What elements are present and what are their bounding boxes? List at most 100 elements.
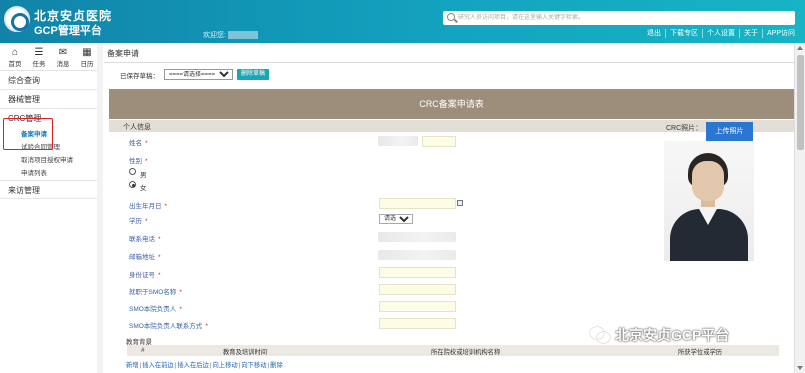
required-mark: * bbox=[158, 236, 161, 243]
label-text: 邮箱地址 bbox=[129, 254, 155, 261]
delete-row-link[interactable]: 删除 bbox=[270, 362, 283, 369]
divider bbox=[104, 62, 794, 63]
label-birth: 出生年月日 * bbox=[129, 200, 167, 210]
scroll-up-icon[interactable] bbox=[797, 46, 803, 50]
column-header: # bbox=[141, 347, 145, 354]
wechat-icon bbox=[590, 327, 610, 343]
label-email: 邮箱地址 * bbox=[129, 251, 161, 261]
quick-task[interactable]: ☰ 任务 bbox=[27, 47, 51, 70]
section-personal-info: 个人信息 bbox=[123, 124, 151, 131]
quick-label: 日历 bbox=[80, 61, 94, 68]
sidebar: ⌂ 首页 ☰ 任务 ✉ 消息 ▦ 日历 综合查询 器械管理 CRC管理 备案申请 试验合… bbox=[0, 43, 103, 373]
separator: | bbox=[139, 362, 142, 369]
quick-calendar[interactable]: ▦ 日历 bbox=[75, 47, 99, 70]
insert-before-link[interactable]: 插入在前边 bbox=[142, 362, 173, 369]
page-scrollbar[interactable] bbox=[794, 43, 805, 373]
menu-general-query[interactable]: 综合查询 bbox=[0, 71, 102, 90]
top-nav: 退出 下载专区 个人设置 关于 APP访问 bbox=[643, 29, 799, 38]
label-smo-head-contact: SMO本院负责人联系方式 * bbox=[129, 320, 208, 330]
label-text: 身份证号 bbox=[129, 272, 155, 279]
menu-crc-management[interactable]: CRC管理 bbox=[0, 109, 102, 128]
sidebar-item-contract-management[interactable]: 试验合同管理 bbox=[0, 141, 102, 154]
required-mark: * bbox=[179, 289, 182, 296]
add-row-link[interactable]: 新增 bbox=[126, 362, 139, 369]
hospital-logo-icon bbox=[4, 6, 30, 32]
label-text: SMO本院负责人联系方式 bbox=[129, 323, 203, 330]
required-mark: * bbox=[205, 323, 208, 330]
required-mark: * bbox=[145, 218, 148, 225]
download-link[interactable]: 下载专区 bbox=[664, 29, 702, 38]
name-value-redacted bbox=[378, 136, 418, 146]
scroll-thumb[interactable] bbox=[797, 55, 804, 150]
smo-name-input[interactable] bbox=[379, 284, 456, 295]
draft-label: 已保存草稿： bbox=[120, 72, 159, 80]
sidebar-item-filing-application[interactable]: 备案申请 bbox=[0, 128, 102, 141]
separator: | bbox=[267, 362, 270, 369]
label-text: 学历 bbox=[129, 218, 142, 225]
welcome-message: 欢迎您: bbox=[203, 30, 258, 40]
draft-select[interactable]: ====请选择==== bbox=[164, 69, 233, 80]
search-input[interactable] bbox=[458, 12, 788, 24]
label-id-card: 身份证号 * bbox=[129, 269, 161, 279]
required-mark: * bbox=[158, 272, 161, 279]
watermark-text: 北京安贞GCP平台 bbox=[615, 327, 730, 343]
gender-male-radio[interactable] bbox=[129, 168, 136, 175]
settings-link[interactable]: 个人设置 bbox=[701, 29, 739, 38]
id-card-input[interactable] bbox=[379, 267, 456, 278]
required-mark: * bbox=[158, 254, 161, 261]
required-mark: * bbox=[145, 158, 148, 165]
gender-female-radio[interactable] bbox=[129, 181, 136, 188]
smo-head-contact-input[interactable] bbox=[379, 318, 456, 329]
email-value-redacted bbox=[378, 250, 456, 260]
search-box[interactable] bbox=[443, 11, 795, 25]
page-title: 备案申请 bbox=[107, 49, 139, 58]
label-smo-head: SMO本院负责人 * bbox=[129, 303, 182, 313]
label-text: 姓名 bbox=[129, 140, 142, 147]
upload-photo-button[interactable]: 上传照片 bbox=[706, 122, 753, 141]
logout-link[interactable]: 退出 bbox=[643, 29, 665, 38]
label-smo-name: 就职于SMO名称 * bbox=[129, 286, 182, 296]
app-access-link[interactable]: APP访问 bbox=[761, 29, 799, 38]
scroll-down-icon[interactable] bbox=[797, 366, 803, 370]
smo-head-input[interactable] bbox=[379, 301, 456, 312]
insert-after-link[interactable]: 插入在后边 bbox=[177, 362, 208, 369]
quick-links: ⌂ 首页 ☰ 任务 ✉ 消息 ▦ 日历 bbox=[0, 43, 102, 71]
menu-device-management[interactable]: 器械管理 bbox=[0, 90, 102, 109]
top-header: 北京安贞医院 GCP管理平台 欢迎您: 退出 下载专区 个人设置 关于 APP访… bbox=[0, 0, 805, 43]
quick-message[interactable]: ✉ 消息 bbox=[51, 47, 75, 70]
phone-value-redacted bbox=[378, 232, 456, 242]
sidebar-collapse-bar[interactable] bbox=[97, 43, 103, 373]
menu-visit-management[interactable]: 来访管理 bbox=[0, 180, 102, 199]
draft-row: 已保存草稿： ====请选择==== 删除草稿 bbox=[120, 69, 270, 80]
form-title: CRC备案申请表 bbox=[109, 89, 794, 119]
quick-label: 首页 bbox=[8, 61, 22, 68]
watermark: 北京安贞GCP平台 bbox=[590, 325, 729, 345]
main-content: 备案申请 已保存草稿： ====请选择==== 删除草稿 CRC备案申请表 个人… bbox=[104, 43, 794, 373]
quick-label: 任务 bbox=[32, 61, 46, 68]
sidebar-item-application-list[interactable]: 申请列表 bbox=[0, 167, 102, 180]
required-mark: * bbox=[164, 203, 168, 210]
quick-home[interactable]: ⌂ 首页 bbox=[3, 47, 27, 70]
required-mark: * bbox=[179, 306, 182, 313]
photo-face bbox=[692, 161, 724, 201]
app-window: 北京安贞医院 GCP管理平台 欢迎您: 退出 下载专区 个人设置 关于 APP访… bbox=[0, 0, 805, 373]
move-up-link[interactable]: 向上移动 bbox=[212, 362, 237, 369]
sidebar-item-cancel-authorization[interactable]: 取消项目授权申请 bbox=[0, 154, 102, 167]
label-phone: 联系电话 * bbox=[129, 233, 161, 243]
label-text: SMO本院负责人 bbox=[129, 306, 177, 313]
platform-name: GCP管理平台 bbox=[34, 25, 102, 37]
label-education: 学历 * bbox=[129, 215, 148, 225]
label-text: 性别 bbox=[129, 158, 142, 165]
crc-photo bbox=[664, 141, 754, 261]
education-select[interactable]: 请选择 bbox=[379, 214, 413, 224]
name-input[interactable] bbox=[422, 136, 456, 147]
education-actions: 新增|插入在前边|插入在后边|向上移动|向下移动|删除 bbox=[126, 360, 283, 369]
move-down-link[interactable]: 向下移动 bbox=[241, 362, 266, 369]
education-table-header: # 教育及培训时间 所在院校或培训机构名称 所获学位或学历 bbox=[127, 345, 779, 356]
calendar-picker-icon[interactable] bbox=[457, 200, 463, 206]
label-name: 姓名 * bbox=[129, 137, 148, 147]
delete-draft-button[interactable]: 删除草稿 bbox=[237, 69, 270, 80]
birth-date-input[interactable] bbox=[379, 198, 456, 209]
about-link[interactable]: 关于 bbox=[738, 29, 762, 38]
search-icon[interactable] bbox=[447, 13, 455, 21]
